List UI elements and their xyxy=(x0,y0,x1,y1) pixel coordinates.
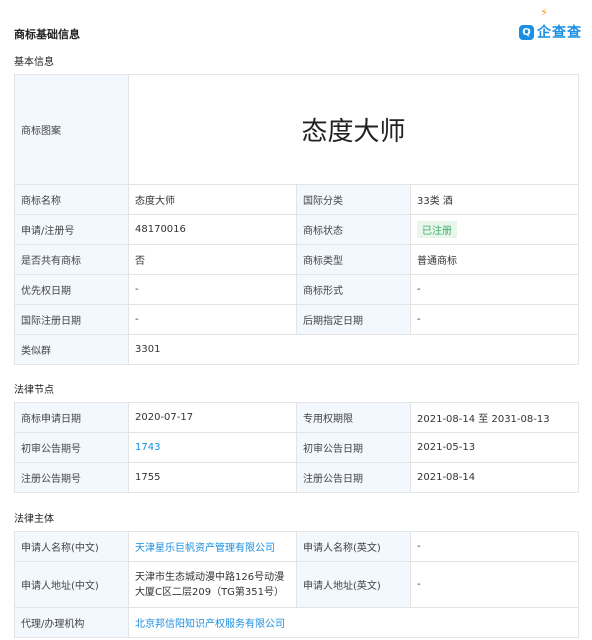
table-row: 代理/办理机构 北京邦信阳知识产权服务有限公司 xyxy=(14,607,579,638)
row-label: 优先权日期 xyxy=(14,274,129,305)
row-label: 国际注册日期 xyxy=(14,304,129,335)
qcc-logo: Q 企查查 xyxy=(519,22,582,42)
row-value: 态度大师 xyxy=(128,184,297,215)
row-value: - xyxy=(128,304,297,335)
section-legal-title: 法律节点 xyxy=(14,385,54,396)
row-label: 注册公告期号 xyxy=(14,462,129,493)
applicant-name-link[interactable]: 天津星乐巨帆资产管理有限公司 xyxy=(135,543,275,554)
row-label: 申请/注册号 xyxy=(14,214,129,245)
trademark-image-row: 商标图案 态度大师 xyxy=(14,74,580,185)
row-label: 申请人名称(英文) xyxy=(296,531,411,562)
row-value: 33类 酒 xyxy=(409,184,580,215)
row-label: 申请人名称(中文) xyxy=(14,531,129,562)
row-value: 3301 xyxy=(127,334,580,365)
announcement-number-link[interactable]: 1743 xyxy=(135,442,160,453)
row-label: 商标形式 xyxy=(296,274,411,305)
row-label: 申请人地址(中文) xyxy=(14,561,129,608)
logo-spark-icon: ⚡ xyxy=(540,6,548,19)
table-row: 优先权日期 - 商标形式 - xyxy=(14,274,580,305)
row-label: 商标申请日期 xyxy=(14,402,129,433)
row-value: - xyxy=(409,274,580,305)
row-label: 代理/办理机构 xyxy=(14,607,129,638)
row-value: - xyxy=(128,274,297,305)
row-value: 2021-08-14 至 2031-08-13 xyxy=(410,402,579,433)
row-value: 2021-05-13 xyxy=(410,432,579,463)
row-value: - xyxy=(410,561,579,608)
row-label: 后期指定日期 xyxy=(296,304,411,335)
table-row: 商标名称 态度大师 国际分类 33类 酒 xyxy=(14,184,580,215)
row-label: 申请人地址(英文) xyxy=(296,561,411,608)
row-value: 1755 xyxy=(128,462,297,493)
section-subject-title: 法律主体 xyxy=(14,514,54,525)
table-row: 申请/注册号 48170016 商标状态 已注册 xyxy=(14,214,580,245)
table-row: 注册公告期号 1755 注册公告日期 2021-08-14 xyxy=(14,462,579,493)
table-row: 类似群 3301 xyxy=(14,334,580,365)
section-basic-title: 基本信息 xyxy=(14,57,54,68)
row-value: 48170016 xyxy=(128,214,297,245)
row-value: 北京邦信阳知识产权服务有限公司 xyxy=(128,607,579,638)
row-label: 注册公告日期 xyxy=(296,462,411,493)
row-value: 已注册 xyxy=(409,214,580,245)
row-label: 商标状态 xyxy=(296,214,411,245)
agent-link[interactable]: 北京邦信阳知识产权服务有限公司 xyxy=(135,619,285,630)
legal-subject-table: 申请人名称(中文) 天津星乐巨帆资产管理有限公司 申请人名称(英文) - 申请人… xyxy=(14,531,579,638)
table-row: 是否共有商标 否 商标类型 普通商标 xyxy=(14,244,580,275)
qcc-logo-text: 企查查 xyxy=(537,25,582,41)
basic-info-table: 商标图案 态度大师 商标名称 态度大师 国际分类 33类 酒 申请/注册号 48… xyxy=(14,74,580,365)
row-value: 2020-07-17 xyxy=(128,402,297,433)
legal-nodes-table: 商标申请日期 2020-07-17 专用权期限 2021-08-14 至 203… xyxy=(14,402,579,493)
row-value: 1743 xyxy=(128,432,297,463)
row-value: - xyxy=(410,531,579,562)
row-label: 初审公告期号 xyxy=(14,432,129,463)
page-title: 商标基础信息 xyxy=(14,28,80,41)
row-label: 国际分类 xyxy=(296,184,411,215)
table-row: 初审公告期号 1743 初审公告日期 2021-05-13 xyxy=(14,432,579,463)
table-row: 申请人名称(中文) 天津星乐巨帆资产管理有限公司 申请人名称(英文) - xyxy=(14,531,579,562)
row-value: - xyxy=(409,304,580,335)
qcc-logo-icon: Q xyxy=(519,24,534,40)
row-value: 天津市生态城动漫中路126号动漫大厦C区二层209（TG第351号） xyxy=(128,561,297,608)
trademark-image-text: 态度大师 xyxy=(301,117,406,147)
row-label: 商标类型 xyxy=(296,244,411,275)
row-value: 普通商标 xyxy=(409,244,580,275)
row-label: 专用权期限 xyxy=(296,402,411,433)
row-value: 天津星乐巨帆资产管理有限公司 xyxy=(128,531,297,562)
trademark-image: 态度大师 xyxy=(127,74,580,185)
row-label: 类似群 xyxy=(14,334,129,365)
row-value: 否 xyxy=(128,244,297,275)
row-label: 是否共有商标 xyxy=(14,244,129,275)
row-value: 2021-08-14 xyxy=(410,462,579,493)
table-row: 申请人地址(中文) 天津市生态城动漫中路126号动漫大厦C区二层209（TG第3… xyxy=(14,561,579,608)
table-row: 商标申请日期 2020-07-17 专用权期限 2021-08-14 至 203… xyxy=(14,402,579,433)
row-label: 商标名称 xyxy=(14,184,129,215)
status-badge: 已注册 xyxy=(417,221,457,238)
image-label: 商标图案 xyxy=(14,74,129,185)
row-label: 初审公告日期 xyxy=(296,432,411,463)
table-row: 国际注册日期 - 后期指定日期 - xyxy=(14,304,580,335)
